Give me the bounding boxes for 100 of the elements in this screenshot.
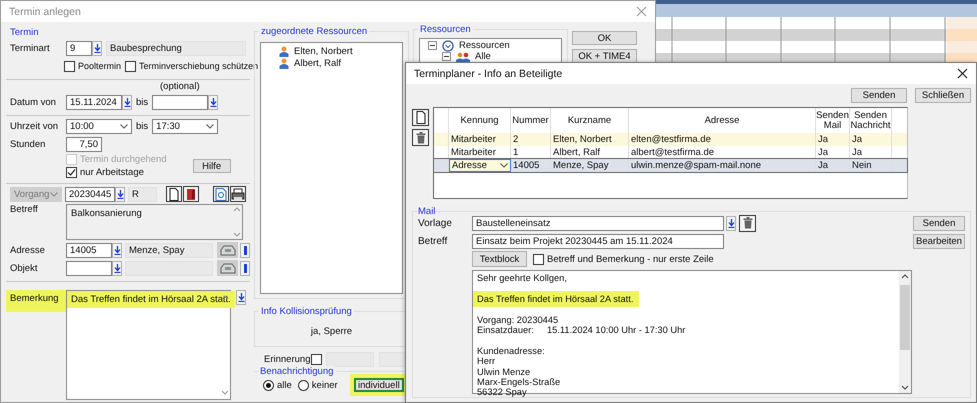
close-button[interactable]: Schließen xyxy=(915,88,971,103)
hours-field[interactable]: 7,50 xyxy=(66,136,102,152)
table-cell: elten@testfirma.de xyxy=(629,133,816,146)
lookup-button[interactable] xyxy=(115,186,125,202)
send-button[interactable]: Senden xyxy=(913,216,965,230)
subject-field[interactable]: Balkonsanierung xyxy=(66,204,243,240)
exit-button[interactable] xyxy=(183,186,199,202)
info-button[interactable] xyxy=(240,260,250,276)
terminart-field[interactable]: 9 xyxy=(66,40,92,56)
lookup-button[interactable] xyxy=(122,94,132,110)
scrollbar[interactable] xyxy=(899,271,911,393)
radio-button[interactable] xyxy=(298,380,309,390)
arrow-down-icon xyxy=(728,218,734,228)
lookup-button[interactable] xyxy=(112,260,122,276)
checkbox[interactable] xyxy=(533,254,544,264)
optional-hint: (optional) xyxy=(159,82,201,92)
resource-list[interactable]: Elten, Norbert Albert, Ralf xyxy=(260,42,403,294)
info-button[interactable] xyxy=(240,242,250,258)
tree-toggle-icon[interactable] xyxy=(442,52,451,61)
message-line: Ulwin Menze xyxy=(477,366,530,377)
lookup-button[interactable] xyxy=(726,216,736,230)
address-number-field[interactable]: 14005 xyxy=(66,242,112,258)
radio-button[interactable] xyxy=(263,380,274,390)
chevron-down-icon xyxy=(120,124,128,128)
help-button[interactable]: Hilfe xyxy=(192,159,231,173)
field-label: Uhrzeit von xyxy=(10,120,60,132)
reminder-label: Erinnerung xyxy=(264,354,310,364)
people-icon xyxy=(456,52,470,62)
field-label: Terminart xyxy=(10,42,51,54)
delete-button[interactable] xyxy=(739,214,756,232)
document-icon xyxy=(416,111,426,124)
date-field[interactable] xyxy=(152,94,208,110)
group-legend: zugeordnete Ressourcen xyxy=(259,26,370,37)
message-label: Einsatzdauer: xyxy=(477,324,535,336)
phone-button[interactable] xyxy=(217,260,238,276)
send-button[interactable]: Senden xyxy=(851,88,907,103)
checkbox[interactable] xyxy=(66,167,77,178)
table-cell: Menze, Spay xyxy=(551,159,629,172)
phone-button[interactable] xyxy=(217,242,238,258)
checkbox[interactable] xyxy=(311,354,322,364)
checkbox[interactable] xyxy=(125,60,136,72)
person-icon xyxy=(279,46,289,56)
table-cell: Ja xyxy=(850,133,892,146)
field-label: Betreff xyxy=(10,204,39,215)
field-label: Adresse xyxy=(10,244,46,256)
table-row[interactable]: Adresse 14005 Menze, Spay ulwin.menze@spam-mail.none Ja Nein xyxy=(434,159,907,172)
arrow-down-icon xyxy=(114,246,120,254)
terminart-name-field: Baubesprechung xyxy=(106,40,246,56)
group-legend: Info Kollisionsprüfung xyxy=(259,306,354,317)
group-legend: Benachrichtigung xyxy=(258,366,336,377)
field-label: Stunden xyxy=(10,138,46,150)
phone-icon xyxy=(220,244,236,256)
template-field[interactable]: Baustelleneinsatz xyxy=(472,216,724,230)
time-dropdown[interactable]: 17:30 xyxy=(152,118,218,134)
resource-item[interactable]: Elten, Norbert xyxy=(294,46,353,56)
lookup-button[interactable] xyxy=(236,290,246,305)
printer-icon xyxy=(231,188,245,200)
field-label: Vorlage xyxy=(418,218,453,228)
arrow-down-icon xyxy=(94,44,100,52)
message-line: 15.11.2024 10:00 Uhr - 17:30 Uhr xyxy=(547,324,686,335)
time-dropdown[interactable]: 10:00 xyxy=(66,118,132,134)
date-field[interactable]: 15.11.2024 xyxy=(66,94,122,110)
ok-button[interactable]: OK xyxy=(572,31,637,45)
checkbox[interactable] xyxy=(64,60,75,72)
close-icon[interactable] xyxy=(957,68,968,79)
door-icon xyxy=(186,188,196,200)
chevron-down-icon xyxy=(206,124,214,128)
lookup-button[interactable] xyxy=(208,94,218,110)
lookup-button[interactable] xyxy=(92,40,102,56)
print-button[interactable] xyxy=(230,186,246,202)
checkbox-label: nur Arbeitstage xyxy=(80,167,144,178)
message-line: Sehr geehrte Kollgen, xyxy=(477,273,567,283)
new-document-button[interactable] xyxy=(412,109,429,126)
resource-item[interactable]: Albert, Ralf xyxy=(294,58,341,68)
clock-icon xyxy=(442,40,454,52)
edit-button[interactable]: Bearbeiten xyxy=(913,234,965,248)
table-row[interactable]: Mitarbeiter 2 Elten, Norbert elten@testfirma.de Ja Ja xyxy=(434,133,907,146)
tree-item[interactable]: Alle xyxy=(475,51,491,62)
participants-table[interactable] xyxy=(433,107,908,199)
text-block-button[interactable]: Textblock xyxy=(472,251,527,267)
scrollbar[interactable] xyxy=(232,205,242,239)
preview-button[interactable] xyxy=(213,186,229,202)
tree-item[interactable]: Ressourcen xyxy=(459,40,510,51)
phone-icon xyxy=(220,262,236,274)
table-cell: Ja xyxy=(816,159,850,172)
object-field[interactable] xyxy=(66,260,112,276)
type-dropdown[interactable]: Adresse xyxy=(449,159,511,172)
document-icon xyxy=(169,188,179,200)
tree-toggle-icon[interactable] xyxy=(428,41,437,50)
lookup-button[interactable] xyxy=(112,242,122,258)
table-cell: Elten, Norbert xyxy=(551,133,629,146)
trash-icon xyxy=(416,132,426,144)
group-legend: Termin xyxy=(10,27,250,38)
process-number-field[interactable]: 20230445 xyxy=(65,186,115,202)
ok-button[interactable]: OK + TIME4 xyxy=(572,49,637,63)
new-document-button[interactable] xyxy=(166,186,182,202)
delete-button[interactable] xyxy=(412,129,429,146)
arrow-down-icon xyxy=(124,98,130,106)
subject-field[interactable]: Einsatz beim Projekt 20230445 am 15.11.2024 xyxy=(472,234,724,248)
checkbox-label: Termin durchgehend xyxy=(80,154,167,165)
